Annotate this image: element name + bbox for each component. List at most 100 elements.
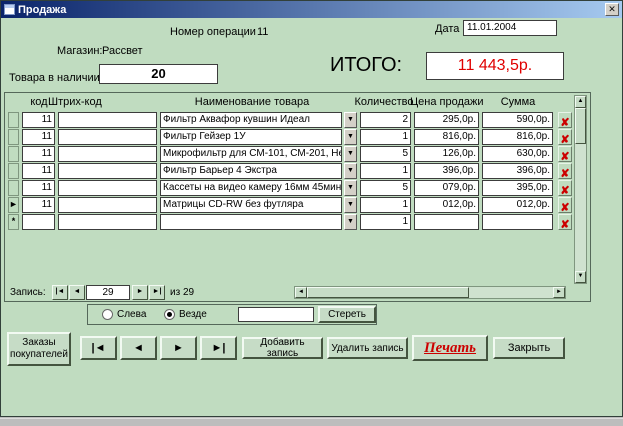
- record-first-button[interactable]: |◄: [52, 285, 68, 300]
- date-field[interactable]: 11.01.2004: [463, 20, 557, 36]
- clear-button[interactable]: Стереть: [318, 306, 376, 323]
- scroll-up-button[interactable]: ▲: [575, 96, 586, 108]
- barcode-cell[interactable]: [58, 197, 157, 213]
- delete-row-button[interactable]: ✘: [558, 163, 572, 179]
- quantity-cell[interactable]: 1: [360, 163, 411, 179]
- code-cell[interactable]: 11: [22, 180, 55, 196]
- product-name-cell[interactable]: Фильтр Барьер 4 Экстра: [160, 163, 342, 179]
- delete-row-button[interactable]: ✘: [558, 180, 572, 196]
- print-button[interactable]: Печать: [412, 335, 488, 361]
- sum-cell[interactable]: [482, 214, 553, 230]
- delete-icon: ✘: [560, 219, 569, 231]
- row-selector-current[interactable]: ►: [8, 197, 19, 213]
- scroll-right-button[interactable]: ►: [553, 287, 565, 298]
- code-cell[interactable]: 11: [22, 146, 55, 162]
- horizontal-scrollbar[interactable]: ◄ ►: [294, 286, 566, 299]
- add-record-button[interactable]: Добавить запись: [242, 337, 323, 359]
- last-record-big-button[interactable]: ►|: [200, 336, 237, 360]
- row-selector[interactable]: [8, 180, 19, 196]
- code-cell[interactable]: 11: [22, 163, 55, 179]
- price-cell[interactable]: 012,0р.: [414, 197, 479, 213]
- product-dropdown-button[interactable]: ▼: [344, 146, 357, 162]
- code-cell[interactable]: 11: [22, 112, 55, 128]
- scroll-left-button[interactable]: ◄: [295, 287, 307, 298]
- quantity-cell[interactable]: 2: [360, 112, 411, 128]
- delete-record-button[interactable]: Удалить запись: [327, 337, 408, 359]
- record-number-field[interactable]: 29: [86, 285, 130, 300]
- row-selector[interactable]: [8, 129, 19, 145]
- price-cell[interactable]: 295,0р.: [414, 112, 479, 128]
- close-window-button[interactable]: ✕: [605, 3, 619, 16]
- sum-cell[interactable]: 395,0р.: [482, 180, 553, 196]
- code-cell[interactable]: 11: [22, 129, 55, 145]
- product-dropdown-button[interactable]: ▼: [344, 197, 357, 213]
- record-next-button[interactable]: ►: [132, 285, 148, 300]
- store-value: Рассвет: [102, 45, 143, 57]
- product-name-cell[interactable]: [160, 214, 342, 230]
- delete-row-button[interactable]: ✘: [558, 197, 572, 213]
- price-cell[interactable]: [414, 214, 479, 230]
- stock-field[interactable]: 20: [99, 64, 218, 84]
- product-dropdown-button[interactable]: ▼: [344, 180, 357, 196]
- sum-cell[interactable]: 012,0р.: [482, 197, 553, 213]
- sum-cell[interactable]: 590,0р.: [482, 112, 553, 128]
- product-name-cell[interactable]: Кассеты на видео камеру 16мм 45мин.: [160, 180, 342, 196]
- record-prev-button[interactable]: ◄: [69, 285, 85, 300]
- delete-icon: ✘: [560, 134, 569, 146]
- product-name-cell[interactable]: Матрицы CD-RW без футляра: [160, 197, 342, 213]
- quantity-cell[interactable]: 1: [360, 197, 411, 213]
- first-record-big-button[interactable]: |◄: [80, 336, 117, 360]
- titlebar[interactable]: Продажа ✕: [1, 1, 622, 18]
- delete-row-button[interactable]: ✘: [558, 146, 572, 162]
- radio-search-left[interactable]: [102, 309, 113, 320]
- product-name-cell[interactable]: Фильтр Гейзер 1У: [160, 129, 342, 145]
- delete-row-button[interactable]: ✘: [558, 112, 572, 128]
- delete-row-button[interactable]: ✘: [558, 214, 572, 230]
- radio-search-everywhere[interactable]: [164, 309, 175, 320]
- price-cell[interactable]: 396,0р.: [414, 163, 479, 179]
- product-dropdown-button[interactable]: ▼: [344, 112, 357, 128]
- delete-row-button[interactable]: ✘: [558, 129, 572, 145]
- sum-cell[interactable]: 630,0р.: [482, 146, 553, 162]
- quantity-cell[interactable]: 5: [360, 146, 411, 162]
- code-cell[interactable]: [22, 214, 55, 230]
- quantity-cell[interactable]: 1: [360, 129, 411, 145]
- arrow-right-icon: ►: [554, 288, 564, 297]
- close-form-button[interactable]: Закрыть: [493, 337, 565, 359]
- barcode-cell[interactable]: [58, 112, 157, 128]
- product-dropdown-button[interactable]: ▼: [344, 129, 357, 145]
- price-cell[interactable]: 126,0р.: [414, 146, 479, 162]
- row-selector-new[interactable]: *: [8, 214, 19, 230]
- barcode-cell[interactable]: [58, 129, 157, 145]
- next-record-icon: ►: [137, 288, 144, 295]
- product-name-cell[interactable]: Микрофильтр для СМ-101, СМ-201, Неос: [160, 146, 342, 162]
- product-dropdown-button[interactable]: ▼: [344, 163, 357, 179]
- scroll-down-button[interactable]: ▼: [575, 271, 586, 283]
- code-cell[interactable]: 11: [22, 197, 55, 213]
- price-cell[interactable]: 816,0р.: [414, 129, 479, 145]
- quantity-cell[interactable]: 1: [360, 214, 411, 230]
- table-row: 11 Кассеты на видео камеру 16мм 45мин. ▼…: [2, 180, 577, 197]
- product-dropdown-button[interactable]: ▼: [344, 214, 357, 230]
- barcode-cell[interactable]: [58, 180, 157, 196]
- quantity-cell[interactable]: 5: [360, 180, 411, 196]
- horizontal-scrollbar-thumb[interactable]: [307, 287, 469, 298]
- row-selector[interactable]: [8, 163, 19, 179]
- search-input[interactable]: [238, 307, 314, 322]
- row-selector[interactable]: [8, 112, 19, 128]
- barcode-cell[interactable]: [58, 163, 157, 179]
- record-last-button[interactable]: ►|: [149, 285, 165, 300]
- next-record-big-button[interactable]: ►: [160, 336, 197, 360]
- prev-record-big-button[interactable]: ◄: [120, 336, 157, 360]
- sum-cell[interactable]: 816,0р.: [482, 129, 553, 145]
- arrow-down-icon: ▼: [576, 272, 585, 281]
- product-name-cell[interactable]: Фильтр Аквафор кувшин Идеал: [160, 112, 342, 128]
- barcode-cell[interactable]: [58, 214, 157, 230]
- vertical-scrollbar[interactable]: ▲ ▼: [574, 95, 587, 284]
- customer-orders-button[interactable]: Заказы покупателей: [7, 332, 71, 366]
- sum-cell[interactable]: 396,0р.: [482, 163, 553, 179]
- row-selector[interactable]: [8, 146, 19, 162]
- price-cell[interactable]: 079,0р.: [414, 180, 479, 196]
- vertical-scrollbar-thumb[interactable]: [575, 108, 586, 144]
- barcode-cell[interactable]: [58, 146, 157, 162]
